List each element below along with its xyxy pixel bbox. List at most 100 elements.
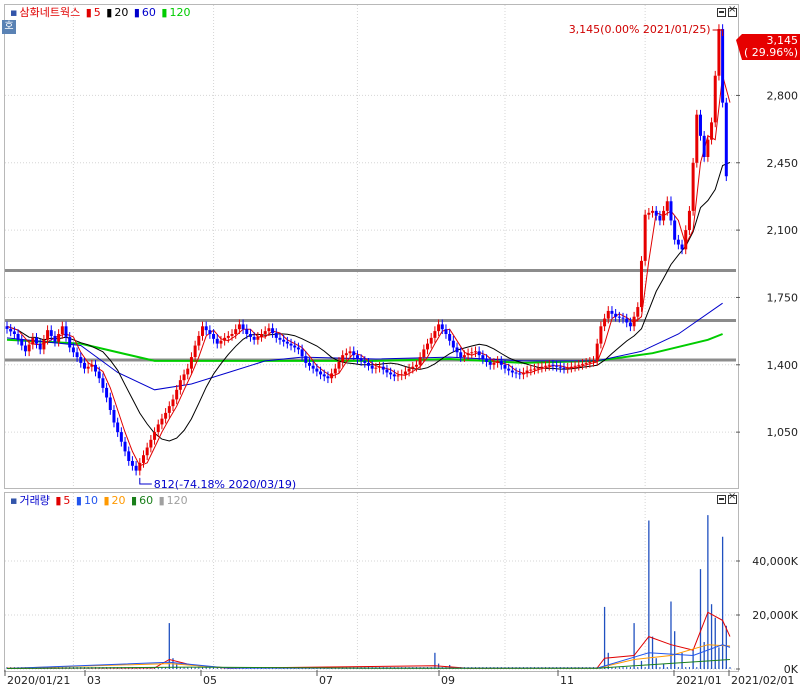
candle-body [9, 328, 13, 332]
candle-body [614, 313, 618, 317]
candle-body [263, 331, 267, 335]
candle-body [175, 389, 179, 400]
candle-body [532, 368, 536, 370]
candle-body [127, 451, 131, 461]
candle-body [488, 361, 492, 365]
candle-body [444, 329, 448, 335]
candle-body [687, 210, 691, 231]
candle-body [355, 355, 359, 360]
stock-chart-window: ▪삼화네트웍스 ▮5 ▮20 ▮60 ▮120 호 ▪거래량 ▮5 ▮10 ▮2… [0, 0, 802, 688]
candle-body [101, 378, 105, 388]
candle-body [385, 369, 389, 373]
candle-body [296, 347, 300, 350]
candle-body [344, 353, 348, 356]
candle-body [97, 371, 101, 379]
candle-body [60, 326, 64, 335]
candle-body [518, 373, 522, 375]
candle-body [64, 326, 68, 337]
candle-body [525, 370, 529, 373]
candle-body [149, 439, 153, 448]
candle-body [374, 367, 378, 369]
candle-body [473, 351, 477, 353]
candle-body [167, 406, 171, 413]
candle-body [418, 357, 422, 365]
candle-body [658, 215, 662, 221]
candle-body [378, 366, 382, 368]
candle-body [459, 352, 463, 358]
candle-body [79, 357, 83, 363]
candle-body [300, 349, 304, 357]
candle-body [352, 351, 356, 356]
candle-body [724, 102, 728, 177]
candle-body [403, 371, 407, 375]
candle-body [440, 324, 444, 330]
candle-body [422, 349, 426, 358]
candle-body [278, 337, 282, 340]
candle-body [212, 334, 216, 339]
candle-body [108, 397, 112, 411]
candle-body [466, 353, 470, 356]
candle-body [20, 339, 24, 346]
chart-canvas[interactable]: 2,800 2,450 2,100 1,750 1,400 1,050 3,145(0.00… [0, 0, 802, 688]
candle-body [271, 328, 275, 334]
candle-body [337, 361, 341, 369]
candle-body [359, 359, 363, 361]
candle-body [651, 210, 655, 213]
candle-body [606, 310, 610, 319]
candle-body [42, 339, 46, 350]
low-annotation-leader [139, 477, 152, 485]
candle-body [153, 432, 157, 440]
volume-tick-label: 20,000K [752, 609, 798, 622]
candle-body [75, 352, 79, 358]
candle-body [348, 351, 352, 354]
candle-body [599, 326, 603, 344]
candle-body [330, 373, 334, 379]
candle-body [160, 418, 164, 425]
x-tick-label: 03 [87, 674, 101, 687]
candle-body [566, 367, 570, 369]
candle-body [610, 310, 614, 314]
candle-body [636, 307, 640, 317]
candle-body [573, 365, 577, 367]
candle-body [145, 447, 149, 456]
candle-body [245, 329, 249, 335]
candle-body [252, 336, 256, 340]
candle-body [322, 374, 326, 377]
candle-body [477, 351, 481, 356]
candle-body [341, 355, 345, 362]
candle-body [713, 75, 717, 123]
candle-body [311, 365, 315, 369]
candle-body [639, 260, 643, 308]
low-price-annotation: 812(-74.18% 2020/03/19) [154, 478, 296, 491]
candle-body [569, 366, 573, 368]
candle-body [558, 366, 562, 368]
price-tick-label: 2,450 [767, 157, 799, 170]
candle-body [274, 333, 278, 338]
candle-body [130, 460, 134, 466]
candle-body [53, 335, 57, 342]
candle-body [448, 334, 452, 341]
candle-body [647, 212, 651, 215]
candle-body [193, 345, 197, 358]
candle-body [293, 345, 297, 348]
candle-body [470, 352, 474, 354]
candle-body [230, 334, 234, 336]
candle-body [381, 366, 385, 370]
candle-body [186, 368, 190, 375]
candle-body [86, 366, 90, 369]
candle-body [23, 345, 27, 352]
candle-body [215, 338, 219, 344]
candle-body [226, 335, 230, 338]
candle-body [617, 316, 621, 318]
candle-body [234, 329, 238, 335]
x-tick-label: 11 [560, 674, 574, 687]
candle-body [31, 337, 35, 345]
x-tick-label: 2021/01 [676, 674, 722, 687]
price-tick-label: 2,100 [767, 224, 799, 237]
candle-body [562, 367, 566, 369]
candle-body [392, 374, 396, 377]
candle-body [673, 220, 677, 240]
candle-body [429, 337, 433, 344]
candle-body [551, 364, 555, 366]
candle-body [580, 363, 584, 365]
